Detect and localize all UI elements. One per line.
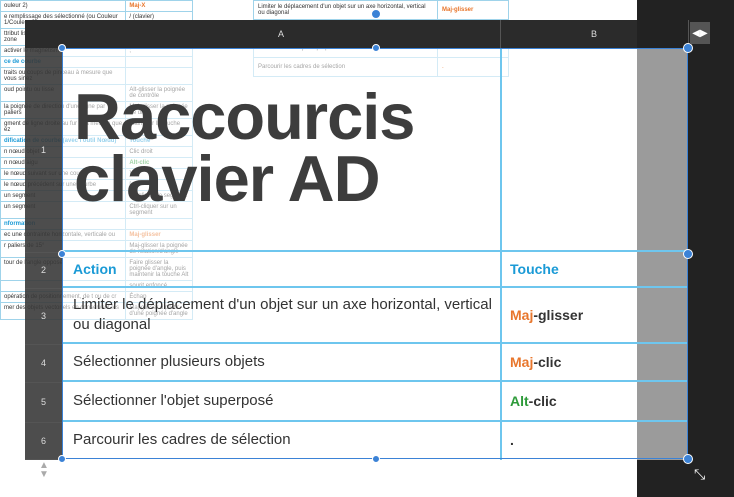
background-cell: Maj-glisser xyxy=(437,0,509,20)
row-header-1[interactable]: 1 xyxy=(25,48,62,253)
selection-handle-bottom-right[interactable] xyxy=(683,454,693,464)
row-scroll-icon[interactable]: ▲ ▼ xyxy=(28,458,60,482)
selection-handle-right[interactable] xyxy=(683,249,693,259)
selection-frame xyxy=(62,48,688,459)
row-header-5[interactable]: 5 xyxy=(25,382,62,423)
row-label: 6 xyxy=(40,435,46,446)
background-cell: ouleur 2) xyxy=(0,0,127,12)
row-header-6[interactable]: 6 xyxy=(25,422,62,460)
resize-cursor-icon: ⤡ xyxy=(694,466,706,482)
column-label: B xyxy=(590,29,597,39)
row-label: 3 xyxy=(40,311,46,321)
horizontal-resize-icon[interactable]: ◀▶ xyxy=(690,22,710,44)
row-header-4[interactable]: 4 xyxy=(25,344,62,383)
background-cell: Maj-X xyxy=(125,0,193,12)
row-label: 5 xyxy=(40,397,46,407)
selection-handle-bottom[interactable] xyxy=(372,455,380,463)
selection-handle-top-left[interactable] xyxy=(58,44,66,52)
selection-handle-top[interactable] xyxy=(372,44,380,52)
row-label: 4 xyxy=(40,358,46,368)
background-key: Maj-X xyxy=(129,3,146,9)
rotation-handle[interactable] xyxy=(371,9,381,19)
background-row: ouleur 2) Maj-X xyxy=(0,0,193,12)
selection-handle-top-right[interactable] xyxy=(683,43,693,53)
column-label: A xyxy=(277,29,284,39)
row-header-3[interactable]: 3 xyxy=(25,288,62,345)
column-header-b[interactable]: B xyxy=(500,20,689,48)
row-header-2[interactable]: 2 xyxy=(25,252,62,289)
column-header-a[interactable]: A xyxy=(62,20,501,48)
row-label: 1 xyxy=(40,145,46,155)
background-cell: Limiter le déplacement d'un objet sur un… xyxy=(253,0,438,20)
row-label: 2 xyxy=(40,265,46,275)
selection-handle-left[interactable] xyxy=(58,250,66,258)
background-row: Limiter le déplacement d'un objet sur un… xyxy=(253,0,509,20)
